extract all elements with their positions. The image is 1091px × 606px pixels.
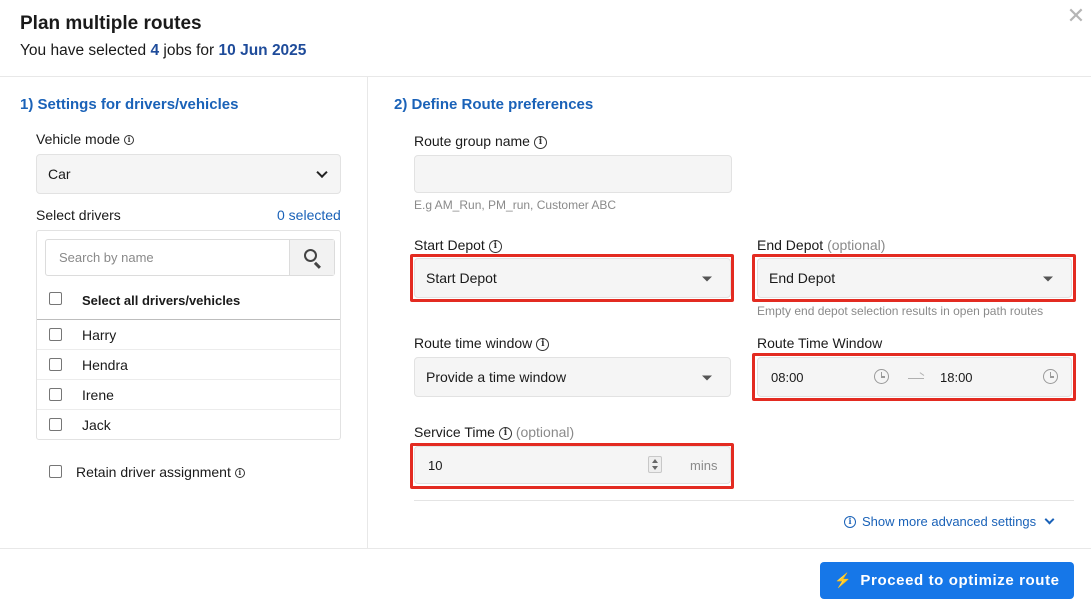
- driver-row-irene[interactable]: Irene: [37, 380, 340, 410]
- retain-assignment-text: Retain driver assignment: [76, 464, 231, 480]
- time-end[interactable]: 18:00: [940, 370, 973, 385]
- driver-settings-title: 1) Settings for drivers/vehicles: [20, 96, 239, 113]
- driver-name: Harry: [82, 327, 117, 343]
- start-depot-label-text: Start Depot: [414, 237, 485, 253]
- service-time-stepper[interactable]: [648, 456, 662, 473]
- search-icon: [304, 249, 317, 262]
- proceed-label: Proceed to optimize route: [860, 572, 1060, 589]
- select-all-checkbox[interactable]: [49, 292, 62, 305]
- search-button[interactable]: [289, 240, 334, 275]
- driver-checkbox[interactable]: [49, 388, 62, 401]
- retain-assignment-label: Retain driver assignment i: [76, 464, 245, 480]
- service-time-optional: (optional): [515, 424, 575, 440]
- route-time-window-value: Provide a time window: [426, 369, 567, 385]
- end-depot-select[interactable]: End Depot: [757, 258, 1072, 298]
- end-depot-label-text: End Depot: [757, 237, 824, 253]
- vehicle-mode-label-text: Vehicle mode: [36, 131, 121, 147]
- subtitle-prefix: You have selected: [20, 42, 147, 59]
- caret-down-icon: [702, 375, 712, 381]
- time-range-picker[interactable]: [757, 357, 1072, 397]
- driver-row-harry[interactable]: Harry: [37, 320, 340, 350]
- vehicle-mode-value: Car: [48, 166, 71, 182]
- modal-footer: ⚡ Proceed to optimize route: [0, 548, 1091, 606]
- route-time-window-label: Route time window i: [414, 335, 550, 351]
- info-icon[interactable]: i: [536, 337, 550, 351]
- select-drivers-label: Select drivers: [36, 207, 121, 223]
- driver-row-jack[interactable]: Jack: [37, 410, 340, 440]
- advanced-settings-text: Show more advanced settings: [862, 514, 1037, 529]
- route-time-window-label-text: Route time window: [414, 335, 533, 351]
- route-group-label-text: Route group name: [414, 133, 530, 149]
- job-count: 4: [150, 42, 160, 59]
- retain-assignment-checkbox[interactable]: [49, 465, 62, 478]
- advanced-settings-link[interactable]: i Show more advanced settings: [844, 514, 1055, 529]
- vehicle-mode-select[interactable]: Car: [36, 154, 341, 194]
- driver-checkbox[interactable]: [49, 358, 62, 371]
- info-icon[interactable]: i: [498, 426, 512, 440]
- end-depot-hint: Empty end depot selection results in ope…: [757, 304, 1044, 318]
- start-depot-label: Start Depot i: [414, 237, 502, 253]
- info-icon[interactable]: i: [124, 135, 135, 146]
- caret-down-icon: [1043, 276, 1053, 282]
- clock-icon: [1043, 369, 1058, 384]
- driver-search-input[interactable]: [46, 240, 290, 275]
- driver-checkbox[interactable]: [49, 328, 62, 341]
- driver-row-hendra[interactable]: Hendra: [37, 350, 340, 380]
- route-group-input[interactable]: [414, 155, 732, 193]
- info-icon: i: [844, 515, 856, 528]
- select-all-label: Select all drivers/vehicles: [82, 293, 241, 308]
- modal-title: Plan multiple routes: [20, 13, 202, 34]
- stepper-up-icon[interactable]: [652, 459, 658, 463]
- route-time-window-select[interactable]: Provide a time window: [414, 357, 731, 397]
- lightning-icon: ⚡: [834, 572, 853, 588]
- service-time-value[interactable]: 10: [428, 458, 442, 473]
- selected-count[interactable]: 0 selected: [277, 207, 341, 223]
- service-time-label-text: Service Time: [414, 424, 495, 440]
- info-icon[interactable]: i: [488, 239, 502, 253]
- divider: [414, 500, 1074, 501]
- modal-header: Plan multiple routes You have selected 4…: [0, 0, 1091, 77]
- service-time-label: Service Time i (optional): [414, 424, 574, 440]
- route-group-label: Route group name i: [414, 133, 547, 149]
- proceed-optimize-button[interactable]: ⚡ Proceed to optimize route: [820, 562, 1074, 599]
- route-time-window-range-label: Route Time Window: [757, 335, 883, 351]
- end-depot-value: End Depot: [769, 270, 836, 286]
- caret-down-icon: [702, 276, 712, 282]
- info-icon[interactable]: i: [533, 135, 547, 149]
- stepper-down-icon[interactable]: [652, 466, 658, 470]
- driver-checkbox[interactable]: [49, 418, 62, 431]
- route-group-hint: E.g AM_Run, PM_run, Customer ABC: [414, 198, 617, 212]
- service-time-unit: mins: [690, 458, 718, 473]
- end-depot-optional: (optional): [827, 237, 886, 253]
- driver-name: Jack: [82, 417, 111, 433]
- start-depot-value: Start Depot: [426, 270, 497, 286]
- subtitle-mid: jobs for: [163, 42, 215, 59]
- driver-search: [45, 239, 335, 276]
- end-depot-label: End Depot (optional): [757, 237, 885, 253]
- driver-name: Hendra: [82, 357, 128, 373]
- time-start[interactable]: 08:00: [771, 370, 804, 385]
- select-all-row[interactable]: Select all drivers/vehicles: [37, 284, 340, 320]
- drivers-list-box: Select all drivers/vehicles Harry Hendra…: [36, 230, 341, 440]
- info-icon[interactable]: i: [234, 468, 245, 479]
- plan-date: 10 Jun 2025: [218, 42, 307, 59]
- chevron-down-icon: [1044, 514, 1055, 525]
- vehicle-mode-label: Vehicle mode i: [36, 131, 135, 147]
- close-icon[interactable]: ✕: [1066, 5, 1086, 27]
- route-preferences-title: 2) Define Route preferences: [394, 96, 594, 113]
- driver-name: Irene: [82, 387, 114, 403]
- start-depot-select[interactable]: Start Depot: [414, 258, 731, 298]
- modal-subtitle: You have selected 4 jobs for 10 Jun 2025: [20, 42, 306, 60]
- clock-icon: [874, 369, 889, 384]
- chevron-down-icon: [316, 166, 328, 179]
- service-time-input[interactable]: [414, 446, 731, 484]
- arrow-right-icon: [908, 378, 924, 379]
